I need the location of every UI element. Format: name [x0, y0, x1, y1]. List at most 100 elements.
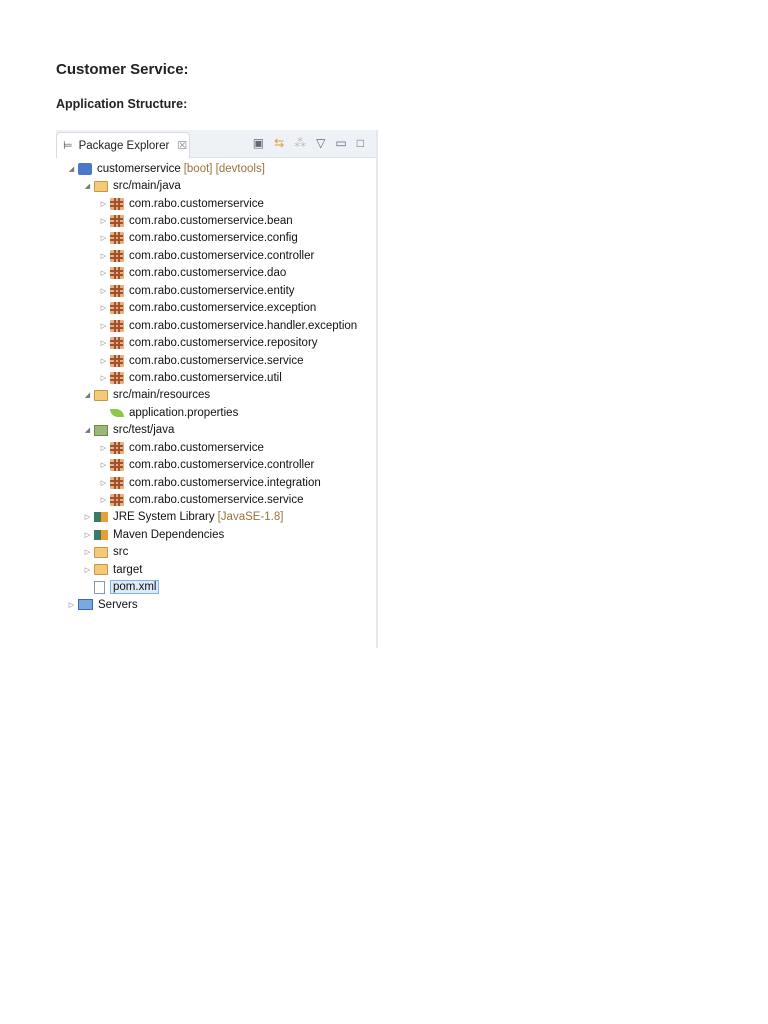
lib-icon [94, 529, 108, 540]
pkg-icon [110, 337, 124, 350]
collapse-arrow-icon[interactable]: ◢ [83, 391, 92, 399]
expand-arrow-icon[interactable]: ▷ [99, 252, 108, 260]
expand-arrow-icon[interactable]: ▷ [99, 200, 108, 208]
pkg-icon [110, 476, 124, 489]
tree-item[interactable]: ▷ com.rabo.customerservice.entity [56, 282, 376, 299]
tree-item-label: com.rabo.customerservice.repository [129, 337, 318, 350]
expand-arrow-icon[interactable]: ▷ [99, 357, 108, 365]
package-explorer-panel: ⊨ Package Explorer ☒ ▣ ⇆ ⁂ ▽ ▭ □ ◢ custom… [56, 130, 378, 648]
tree-item[interactable]: ▷ src [56, 544, 376, 561]
tree-item[interactable]: ▷ Maven Dependencies [56, 526, 376, 543]
tree-item[interactable]: ▷ com.rabo.customerservice.dao [56, 265, 376, 282]
srcfolder-icon [94, 389, 108, 401]
file-icon [94, 580, 105, 594]
tree-item-label: com.rabo.customerservice.util [129, 371, 282, 384]
expand-arrow-icon[interactable]: ▷ [99, 479, 108, 487]
tree-item-label: src/test/java [113, 424, 175, 437]
expand-arrow-icon[interactable]: ▷ [83, 548, 92, 556]
srcfolder-icon [94, 180, 108, 192]
tree-item-label: com.rabo.customerservice.config [129, 232, 298, 245]
tree-item[interactable]: ▷ JRE System Library [JavaSE-1.8] [56, 509, 376, 526]
expand-arrow-icon[interactable]: ▷ [99, 374, 108, 382]
expand-arrow-icon[interactable]: ▷ [83, 513, 92, 521]
tree-item[interactable]: pom.xml [56, 579, 376, 596]
collapse-arrow-icon[interactable]: ◢ [83, 182, 92, 190]
expand-arrow-icon[interactable]: ▷ [99, 461, 108, 469]
expand-arrow-icon[interactable]: ▷ [99, 339, 108, 347]
tree-item[interactable]: ▷ com.rabo.customerservice.handler.except… [56, 317, 376, 334]
tree-item-label: com.rabo.customerservice.controller [129, 459, 315, 472]
tree-item-label: com.rabo.customerservice.service [129, 354, 304, 367]
tree-item[interactable]: ▷ com.rabo.customerservice.service [56, 352, 376, 369]
tree-item[interactable]: ▷ com.rabo.customerservice.bean [56, 212, 376, 229]
tree-item-label: com.rabo.customerservice [129, 197, 264, 210]
testfolder-icon [94, 424, 108, 436]
view-toolbar: ▣ ⇆ ⁂ ▽ ▭ □ [253, 136, 364, 150]
tab-package-explorer[interactable]: ⊨ Package Explorer ☒ [56, 132, 190, 158]
close-icon[interactable]: ☒ [177, 139, 187, 152]
pkg-icon [110, 302, 124, 315]
tree-item-label: src/main/java [113, 180, 181, 193]
collapse-arrow-icon[interactable]: ◢ [83, 426, 92, 434]
collapse-arrow-icon[interactable]: ◢ [67, 165, 76, 173]
tree-item-label: src/main/resources [113, 389, 211, 402]
tree-item[interactable]: ▷ com.rabo.customerservice.controller [56, 247, 376, 264]
tree-item-label: com.rabo.customerservice [129, 441, 264, 454]
pkg-icon [110, 197, 124, 210]
expand-arrow-icon[interactable]: ▷ [99, 287, 108, 295]
pkg-icon [110, 459, 124, 472]
expand-arrow-icon[interactable]: ▷ [99, 304, 108, 312]
tree-item[interactable]: ▷ com.rabo.customerservice.exception [56, 300, 376, 317]
pkg-icon [110, 441, 124, 454]
pkg-icon [110, 354, 124, 367]
maximize-icon[interactable]: □ [357, 136, 364, 150]
tree-item-label: JRE System Library [113, 511, 215, 524]
expand-arrow-icon[interactable]: ▷ [99, 444, 108, 452]
expand-arrow-icon[interactable]: ▷ [67, 601, 76, 609]
expand-arrow-icon[interactable]: ▷ [83, 531, 92, 539]
tree-item-label: pom.xml [110, 580, 160, 595]
tree-item[interactable]: ▷ com.rabo.customerservice.util [56, 369, 376, 386]
pkg-icon [110, 267, 124, 280]
tree-item-label: application.properties [129, 406, 239, 419]
expand-arrow-icon[interactable]: ▷ [83, 566, 92, 574]
expand-arrow-icon[interactable]: ▷ [99, 234, 108, 242]
pkg-icon [110, 284, 124, 297]
tree-item[interactable]: ◢ src/main/java [56, 177, 376, 194]
tree-item[interactable]: ▷ target [56, 561, 376, 578]
collapse-all-icon[interactable]: ▣ [253, 136, 264, 150]
tree-item[interactable]: ▷ com.rabo.customerservice.service [56, 491, 376, 508]
pkg-icon [110, 494, 124, 507]
tree-item[interactable]: application.properties [56, 404, 376, 421]
tree-item[interactable]: ◢ src/test/java [56, 422, 376, 439]
pkg-icon [110, 319, 124, 332]
tree-item-label: customerservice [97, 162, 181, 175]
expand-arrow-icon[interactable]: ▷ [99, 217, 108, 225]
tree-item[interactable]: ▷ com.rabo.customerservice.config [56, 230, 376, 247]
expand-arrow-icon[interactable]: ▷ [99, 269, 108, 277]
tree-item[interactable]: ▷ com.rabo.customerservice.controller [56, 456, 376, 473]
tree-item[interactable]: ▷ Servers [56, 596, 376, 613]
pkg-icon [110, 215, 124, 228]
tree-item[interactable]: ◢ src/main/resources [56, 387, 376, 404]
tree-item[interactable]: ◢ customerservice [boot] [devtools] [56, 160, 376, 177]
folder-icon [94, 564, 108, 576]
page-title: Customer Service: [56, 61, 189, 78]
tree-item-label: Servers [98, 598, 138, 611]
tree-item[interactable]: ▷ com.rabo.customerservice [56, 195, 376, 212]
link-with-editor-icon[interactable]: ⇆ [274, 136, 284, 150]
minimize-icon[interactable]: ▭ [335, 136, 346, 150]
tree-item-label: com.rabo.customerservice.handler.excepti… [129, 319, 358, 332]
project-tree: ◢ customerservice [boot] [devtools] ◢ src/ma… [56, 158, 376, 613]
tree-item[interactable]: ▷ com.rabo.customerservice.integration [56, 474, 376, 491]
expand-arrow-icon[interactable]: ▷ [99, 496, 108, 504]
tree-item[interactable]: ▷ com.rabo.customerservice.repository [56, 334, 376, 351]
view-menu-icon[interactable]: ▽ [316, 136, 325, 150]
tree-item-label: com.rabo.customerservice.service [129, 494, 304, 507]
pkg-icon [110, 249, 124, 262]
tree-item[interactable]: ▷ com.rabo.customerservice [56, 439, 376, 456]
tree-item-label: com.rabo.customerservice.dao [129, 267, 287, 280]
project-icon [78, 162, 92, 175]
expand-arrow-icon[interactable]: ▷ [99, 322, 108, 330]
focus-icon[interactable]: ⁂ [294, 136, 306, 150]
